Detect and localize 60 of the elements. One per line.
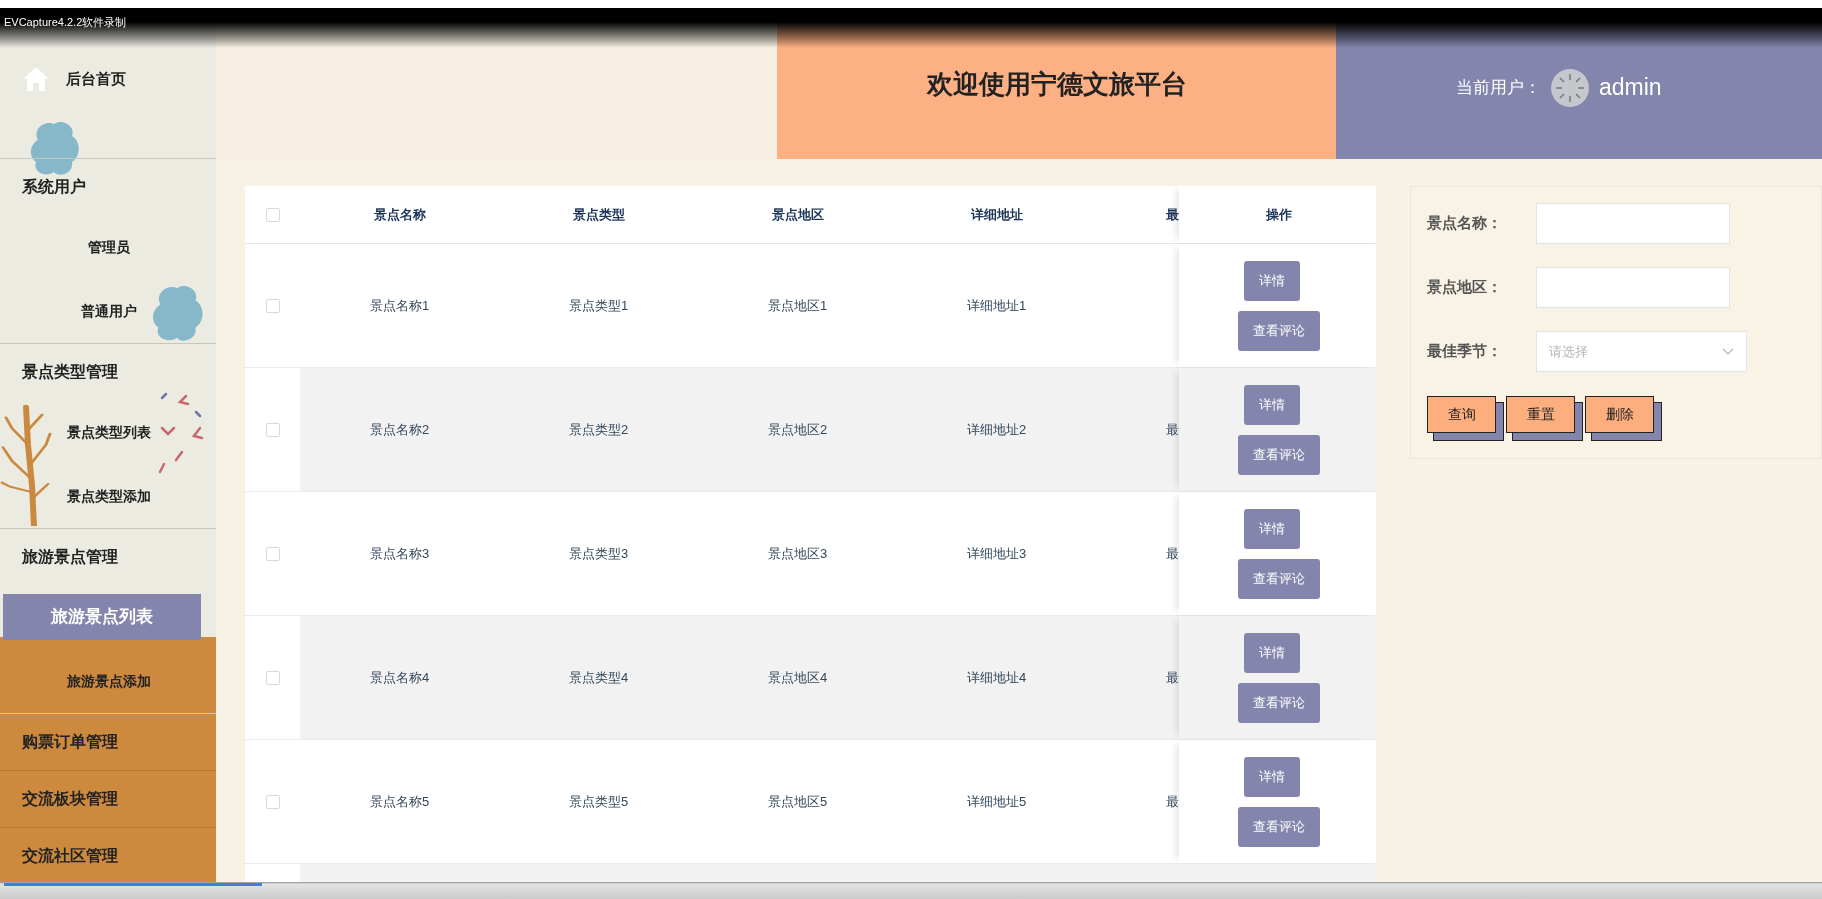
comments-button[interactable]: 查看评论 <box>1237 682 1320 723</box>
column-header: 最 <box>1166 205 1179 224</box>
column-header: 详细地址 <box>970 205 1023 224</box>
comments-button[interactable]: 查看评论 <box>1237 434 1320 475</box>
table-cell-text: 最 <box>1166 668 1179 687</box>
table-cell-text: 景点地区4 <box>767 668 828 687</box>
nav-group[interactable]: 景点类型管理 <box>0 344 216 400</box>
column-header: 操作 <box>1265 205 1292 224</box>
table-cell-text: 详细地址4 <box>966 668 1027 687</box>
page-title: 欢迎使用宁德文旅平台 <box>926 68 1187 101</box>
nav-group[interactable]: 系统用户 <box>0 159 216 215</box>
table-cell-text: 景点地区3 <box>767 544 828 563</box>
nav-group[interactable]: 旅游景点管理 <box>0 529 216 585</box>
table-cell-text: 景点地区2 <box>767 420 828 439</box>
table-cell-text: 景点类型3 <box>568 544 629 563</box>
field-label: 最佳季节： <box>1427 341 1503 362</box>
table-cell-text: 详细地址1 <box>966 296 1027 315</box>
table-cell-text: 景点类型1 <box>568 296 629 315</box>
nav-item[interactable]: 普通用户 <box>0 300 216 322</box>
nav-item[interactable]: 景点类型列表 <box>0 421 216 443</box>
field-label: 景点名称： <box>1427 213 1503 234</box>
details-button[interactable]: 详情 <box>1243 508 1300 549</box>
comments-button[interactable]: 查看评论 <box>1237 310 1320 351</box>
table-cell-text: 详细地址5 <box>966 792 1027 811</box>
nav-item[interactable]: 旅游景点列表 <box>3 594 201 640</box>
nav-group[interactable]: 交流板块管理 <box>0 771 216 827</box>
table-cell-text: 景点类型4 <box>568 668 629 687</box>
nav-item[interactable]: 旅游景点添加 <box>0 670 216 692</box>
table-cell-text: 景点名称4 <box>369 668 430 687</box>
table-cell-text: 最 <box>1166 420 1179 439</box>
nav-link[interactable]: 后台首页 <box>22 66 126 92</box>
table-cell-text: 详细地址3 <box>966 544 1027 563</box>
table-cell-text: 景点类型2 <box>568 420 629 439</box>
table-cell-text: 景点地区5 <box>767 792 828 811</box>
table-cell-text: 景点名称2 <box>369 420 430 439</box>
nav-group[interactable]: 购票订单管理 <box>0 714 216 770</box>
details-button[interactable]: 详情 <box>1243 384 1300 425</box>
comments-button[interactable]: 查看评论 <box>1237 806 1320 847</box>
nav-group[interactable]: 交流社区管理 <box>0 828 216 884</box>
nav-item[interactable]: 管理员 <box>0 236 216 258</box>
nav-item[interactable]: 景点类型添加 <box>0 485 216 507</box>
capture-title: EVCapture4.2.2软件录制 <box>4 15 127 30</box>
details-button[interactable]: 详情 <box>1243 260 1300 301</box>
table-cell-text: 景点类型5 <box>568 792 629 811</box>
table-cell-text: 详细地址2 <box>966 420 1027 439</box>
table-cell-text: 景点名称5 <box>369 792 430 811</box>
table-cell-text: 景点名称3 <box>369 544 430 563</box>
column-header: 景点名称 <box>373 205 426 224</box>
field-label: 景点地区： <box>1427 277 1503 298</box>
column-header: 景点类型 <box>572 205 625 224</box>
table-cell-text: 最 <box>1166 792 1179 811</box>
table-cell-text: 最 <box>1166 544 1179 563</box>
details-button[interactable]: 详情 <box>1243 756 1300 797</box>
details-button[interactable]: 详情 <box>1243 632 1300 673</box>
user-label: 当前用户： <box>1456 76 1541 99</box>
comments-button[interactable]: 查看评论 <box>1237 558 1320 599</box>
table-cell-text: 景点名称1 <box>369 296 430 315</box>
column-header: 景点地区 <box>771 205 824 224</box>
table-cell-text: 景点地区1 <box>767 296 828 315</box>
username: admin <box>1599 73 1662 103</box>
